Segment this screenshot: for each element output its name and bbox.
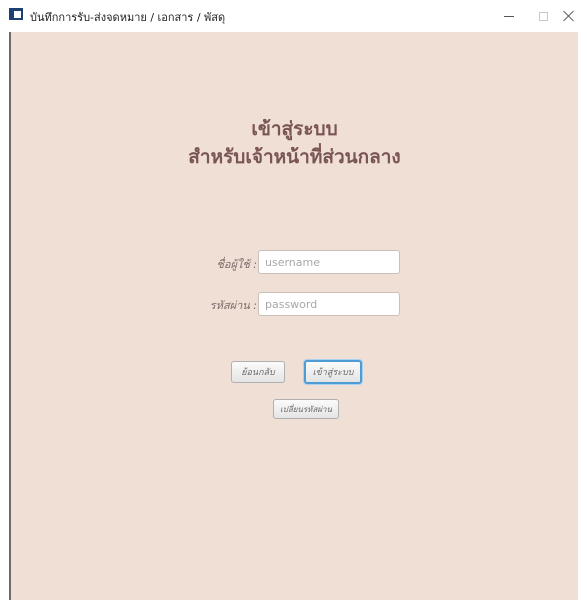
password-label: รหัสผ่าน : (209, 299, 257, 312)
title-bar[interactable]: บันทึกการรับ-ส่งจดหมาย / เอกสาร / พัสดุ (0, 0, 578, 32)
login-subheading: สำหรับเจ้าหน้าที่ส่วนกลาง (188, 146, 401, 168)
login-heading: เข้าสู่ระบบ (251, 118, 338, 140)
back-button[interactable]: ย้อนกลับ (231, 361, 285, 383)
change-password-button[interactable]: เปลี่ยนรหัสผ่าน (273, 399, 339, 419)
password-input[interactable] (258, 292, 400, 316)
close-button[interactable] (546, 0, 578, 32)
app-window-icon (9, 8, 23, 20)
window-title: บันทึกการรับ-ส่งจดหมาย / เอกสาร / พัสดุ (30, 11, 226, 24)
username-input[interactable] (258, 250, 400, 274)
username-label: ชื่อผู้ใช้ : (216, 258, 257, 271)
login-button[interactable]: เข้าสู่ระบบ (304, 360, 362, 384)
login-panel: เข้าสู่ระบบ สำหรับเจ้าหน้าที่ส่วนกลาง ชื… (9, 32, 578, 600)
close-icon (563, 10, 575, 22)
app-window: บันทึกการรับ-ส่งจดหมาย / เอกสาร / พัสดุ … (0, 0, 578, 600)
minimize-icon (504, 15, 514, 17)
